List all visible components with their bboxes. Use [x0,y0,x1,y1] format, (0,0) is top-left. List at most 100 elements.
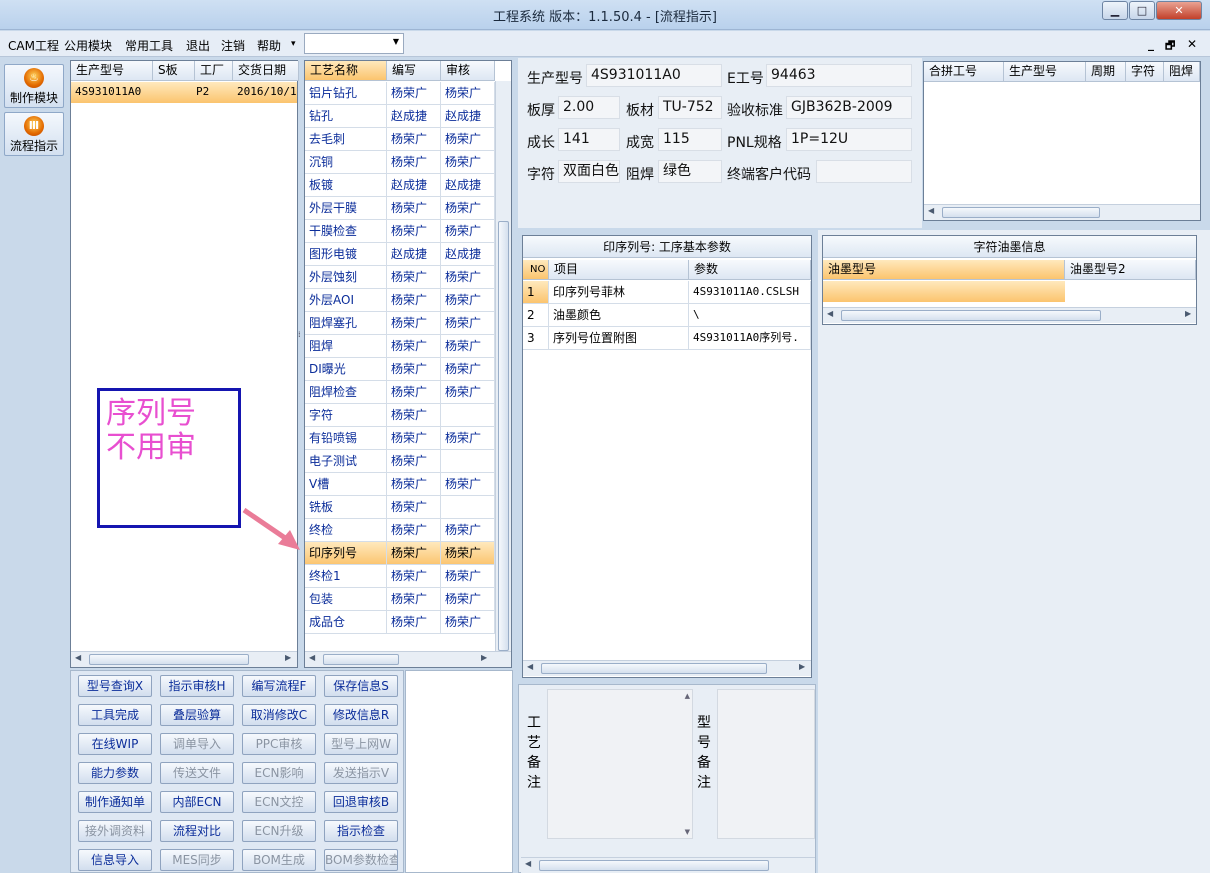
table-row[interactable]: 终检1 杨荣广 杨荣广 [305,565,495,588]
table-row[interactable]: 阻焊 杨荣广 杨荣广 [305,335,495,358]
menu-logout[interactable]: 注销 [221,37,245,54]
table-row[interactable]: 图形电镀 赵成捷 赵成捷 [305,243,495,266]
char-field[interactable]: 双面白色 [558,160,620,183]
table-row[interactable]: 有铅喷锡 杨荣广 杨荣广 [305,427,495,450]
table-row[interactable]: 阻焊检查 杨荣广 杨荣广 [305,381,495,404]
minimize-button[interactable]: ▁ [1102,1,1128,20]
horizontal-scrollbar[interactable]: ◀ [521,857,815,873]
action-button[interactable]: 工具完成 [78,704,152,726]
table-row[interactable]: 印序列号 杨荣广 杨荣广 [305,542,495,565]
horizontal-scrollbar[interactable]: ◀ ▶ [523,660,811,676]
col-header[interactable]: 油墨型号 [823,260,1065,280]
standard-field[interactable]: GJB362B-2009 [786,96,912,119]
table-row[interactable]: 外层AOI 杨荣广 杨荣广 [305,289,495,312]
action-button[interactable]: 型号上网W [324,733,398,755]
length-field[interactable]: 141 [558,128,620,151]
pnl-field[interactable]: 1P=12U [786,128,912,151]
flow-guide-button[interactable]: Ⅲ 流程指示 [4,112,64,156]
action-button[interactable]: ECN升级 [242,820,316,842]
menu-exit[interactable]: 退出 [186,37,210,54]
table-row[interactable]: 外层蚀刻 杨荣广 杨荣广 [305,266,495,289]
action-button[interactable]: BOM生成 [242,849,316,871]
splitter-handle[interactable]: ⁞ [298,330,303,390]
table-row[interactable]: 沉铜 杨荣广 杨荣广 [305,151,495,174]
scroll-up-icon[interactable]: ▲ [685,692,690,700]
col-header[interactable]: 交货日期 [233,61,299,81]
col-header[interactable]: 参数 [689,260,811,280]
e-number-field[interactable]: 94463 [766,64,912,87]
material-field[interactable]: TU-752 [658,96,722,119]
table-row[interactable]: 钻孔 赵成捷 赵成捷 [305,105,495,128]
table-row[interactable]: 包装 杨荣广 杨荣广 [305,588,495,611]
menu-tools[interactable]: 常用工具 [125,37,173,54]
action-button[interactable]: 叠层验算 [160,704,234,726]
width-field[interactable]: 115 [658,128,722,151]
col-header[interactable]: S板 [153,61,195,81]
col-header[interactable]: NO [523,260,549,280]
table-row[interactable]: 电子测试 杨荣广 [305,450,495,473]
action-button[interactable]: 制作通知单 [78,791,152,813]
scroll-down-icon[interactable]: ▼ [685,828,690,836]
horizontal-scrollbar[interactable]: ◀ ▶ [71,651,297,667]
horizontal-scrollbar[interactable]: ◀ ▶ [305,651,511,667]
table-row[interactable]: 终检 杨荣广 杨荣广 [305,519,495,542]
make-module-button[interactable]: ♨ 制作模块 [4,64,64,108]
action-button[interactable]: MES同步 [160,849,234,871]
horizontal-scrollbar[interactable]: ◀ [924,204,1200,220]
prod-model-field[interactable]: 4S931011A0 [586,64,722,87]
col-header[interactable]: 字符 [1126,62,1164,82]
action-button[interactable]: 接外调资料 [78,820,152,842]
col-header[interactable]: 阻焊 [1164,62,1200,82]
table-row[interactable]: V槽 杨荣广 杨荣广 [305,473,495,496]
col-header[interactable]: 油墨型号2 [1065,260,1196,280]
table-row[interactable]: 板镀 赵成捷 赵成捷 [305,174,495,197]
action-button[interactable]: 修改信息R [324,704,398,726]
col-header[interactable]: 工厂 [195,61,233,81]
action-button[interactable]: 型号查询X [78,675,152,697]
process-remark-field[interactable]: ▲ ▼ [547,689,693,839]
action-button[interactable]: 传送文件 [160,762,234,784]
table-row[interactable]: 去毛刺 杨荣广 杨荣广 [305,128,495,151]
menu-help[interactable]: 帮助 [257,37,281,54]
menu-cam[interactable]: CAM工程 [8,37,59,54]
table-row[interactable]: 铝片钻孔 杨荣广 杨荣广 [305,82,495,105]
menu-public-module[interactable]: 公用模块 [64,37,112,54]
table-row[interactable]: 3 序列号位置附图 4S931011A0序列号. [523,327,811,350]
col-header[interactable]: 项目 [549,260,689,280]
action-button[interactable]: ECN影响 [242,762,316,784]
thickness-field[interactable]: 2.00 [558,96,620,119]
customer-field[interactable] [816,160,912,183]
col-header[interactable]: 审核 [441,61,495,81]
mdi-close-button[interactable]: ✕ [1187,37,1197,51]
action-button[interactable]: 在线WIP [78,733,152,755]
action-button[interactable]: 保存信息S [324,675,398,697]
table-row[interactable]: 成品仓 杨荣广 杨荣广 [305,611,495,634]
table-row[interactable] [823,281,1065,302]
close-button[interactable]: ✕ [1156,1,1202,20]
action-button[interactable]: 编写流程F [242,675,316,697]
action-button[interactable]: 流程对比 [160,820,234,842]
action-button[interactable]: 指示检查 [324,820,398,842]
table-row[interactable]: DI曝光 杨荣广 杨荣广 [305,358,495,381]
table-row[interactable]: 4S931011A0 P2 2016/10/1 [71,82,297,103]
action-button[interactable]: ECN文控 [242,791,316,813]
col-header[interactable]: 合拼工号 [924,62,1004,82]
action-button[interactable]: 取消修改C [242,704,316,726]
col-header[interactable]: 生产型号 [71,61,153,81]
table-row[interactable]: 干膜检查 杨荣广 杨荣广 [305,220,495,243]
mdi-minimize-button[interactable]: _ [1148,37,1154,51]
action-button[interactable]: 内部ECN [160,791,234,813]
chevron-down-icon[interactable]: ▾ [291,39,296,49]
model-remark-field[interactable] [717,689,815,839]
action-button[interactable]: BOM参数检查 [324,849,398,871]
maximize-button[interactable]: □ [1129,1,1155,20]
action-button[interactable]: 调单导入 [160,733,234,755]
action-button[interactable]: 信息导入 [78,849,152,871]
action-button[interactable]: 发送指示V [324,762,398,784]
mask-field[interactable]: 绿色 [658,160,722,183]
horizontal-scrollbar[interactable]: ◀ ▶ [823,307,1196,323]
table-row[interactable]: 2 油墨颜色 \ [523,304,811,327]
action-button[interactable]: 能力参数 [78,762,152,784]
table-row[interactable]: 字符 杨荣广 [305,404,495,427]
action-button[interactable]: 回退审核B [324,791,398,813]
